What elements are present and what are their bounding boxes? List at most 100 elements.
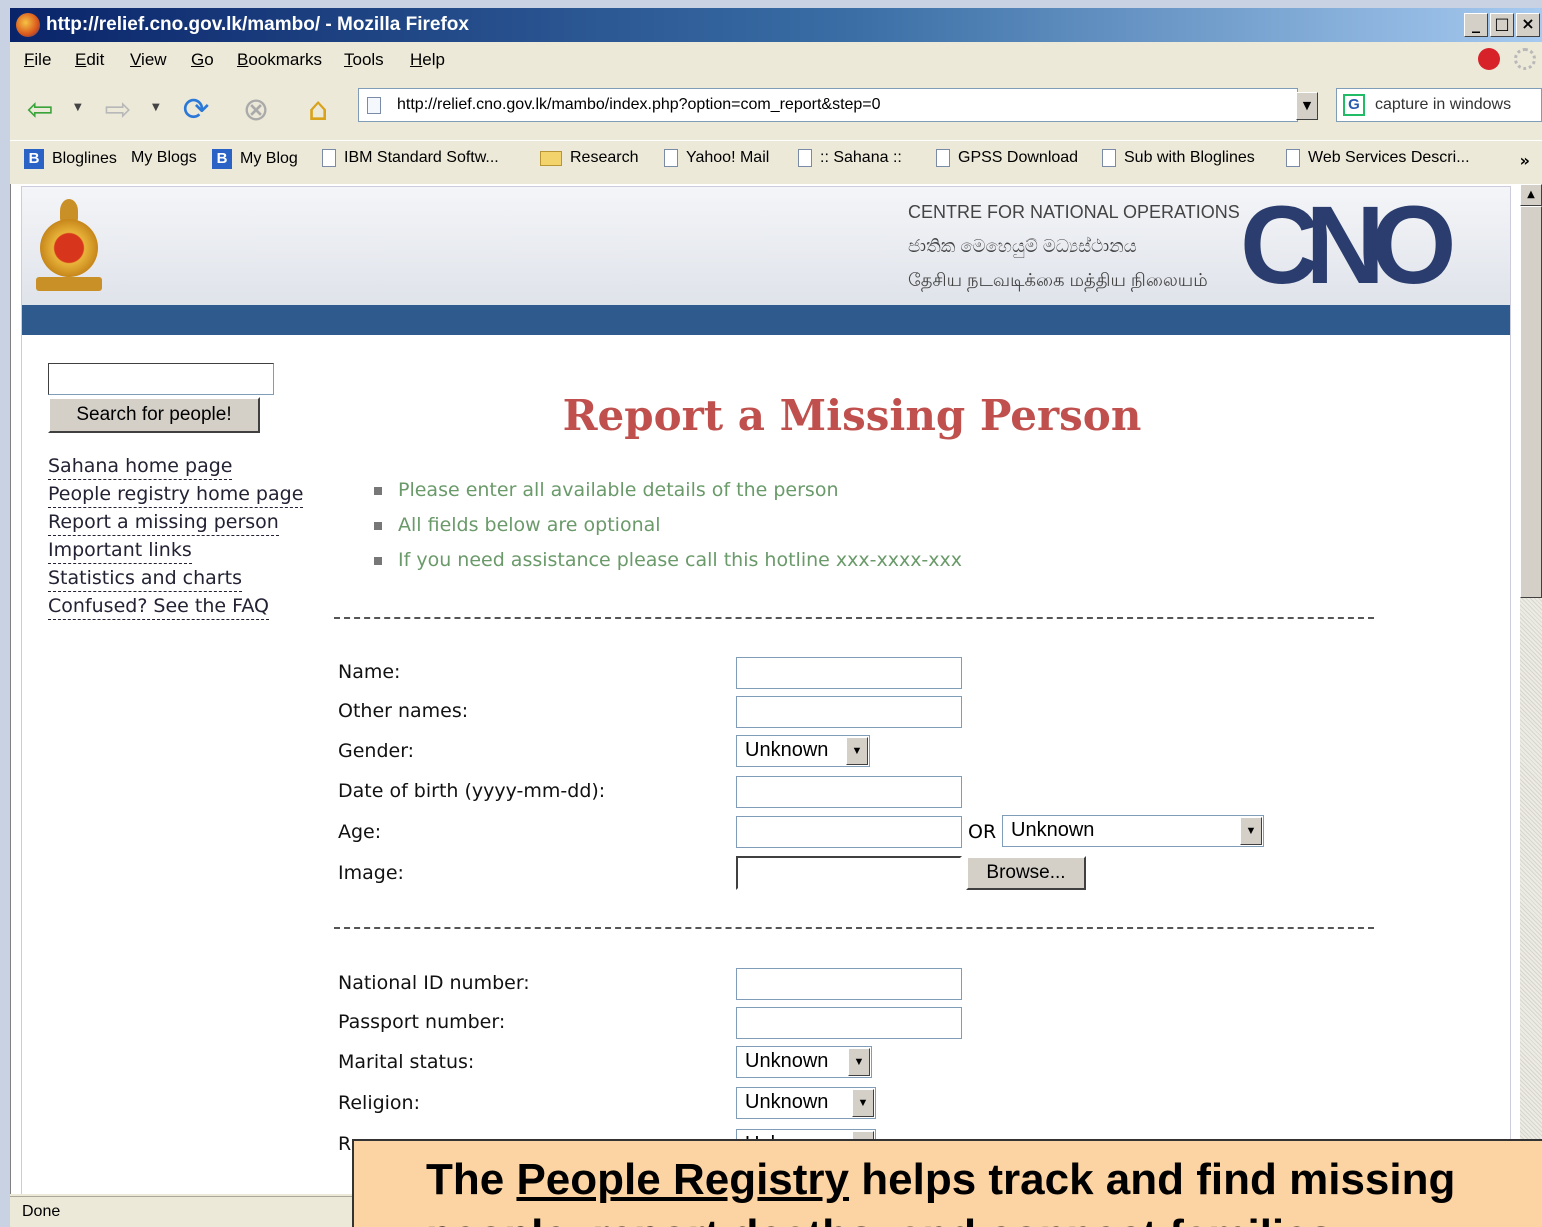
age-label: Age: [338,821,382,843]
browse-button[interactable]: Browse... [966,856,1086,890]
bookmark-label: Sub with Bloglines [1124,149,1255,166]
maximize-button[interactable]: □ [1490,13,1514,37]
bookmarks-toolbar: B Bloglines My Blogs B My Blog IBM Standar… [10,140,1542,181]
caption-link: People Registry [516,1155,850,1204]
browser-window: http://relief.cno.gov.lk/mambo/ - Mozill… [10,8,1542,1227]
bookmark-item[interactable]: B My Blog [212,149,298,169]
bookmark-item[interactable]: B Bloglines [24,149,117,169]
dob-field[interactable] [736,776,962,808]
url-field[interactable]: http://relief.cno.gov.lk/mambo/index.php… [358,88,1298,122]
list-item: Please enter all available details of th… [374,473,962,508]
bookmark-item[interactable]: Sub with Bloglines [1102,149,1255,167]
gender-value: Unknown [745,739,829,761]
page-icon [936,149,950,167]
chevron-down-icon[interactable]: ▼ [852,1089,874,1117]
sidebar-link-registry-home[interactable]: People registry home page [48,481,304,508]
sidebar-link-statistics[interactable]: Statistics and charts [48,565,242,592]
chevron-down-icon[interactable]: ▼ [1240,817,1262,845]
sidebar-nav: Sahana home page People registry home pa… [48,453,304,621]
site-banner: CENTRE FOR NATIONAL OPERATIONS ජාතික මෙහ… [22,187,1510,305]
status-text: Done [22,1203,61,1220]
navigation-toolbar: ⇦ ▼ ⇨ ▼ ⟳ ⊗ ⌂ http://relief.cno.gov.lk/m… [10,84,1542,134]
national-id-field[interactable] [736,968,962,1000]
google-icon[interactable]: G [1343,94,1365,116]
close-button[interactable]: × [1516,13,1540,37]
stop-sign-icon [1478,48,1500,70]
home-icon[interactable]: ⌂ [298,90,338,128]
bookmark-item[interactable]: Yahoo! Mail [664,149,769,167]
menu-edit[interactable]: Edit [75,50,104,70]
menu-bookmarks[interactable]: Bookmarks [237,50,322,70]
image-path-field[interactable] [736,856,962,890]
religion-select[interactable]: Unknown ▼ [736,1087,876,1119]
page-icon [1102,149,1116,167]
centre-name-sinhala: ජාතික මෙහෙයුම් මධ්‍යස්ථානය [908,236,1137,256]
bookmark-label: :: Sahana :: [820,149,902,166]
age-range-select[interactable]: Unknown ▼ [1002,815,1264,847]
url-history-dropdown[interactable]: ▼ [1296,92,1318,120]
forward-icon[interactable]: ⇨ [98,90,138,128]
reload-icon[interactable]: ⟳ [176,90,216,128]
bookmark-label: IBM Standard Softw... [344,149,499,166]
page-icon [322,149,336,167]
back-icon[interactable]: ⇦ [20,90,60,128]
scroll-thumb[interactable] [1520,206,1542,598]
menu-go[interactable]: Go [191,50,214,70]
sidebar-link-faq[interactable]: Confused? See the FAQ [48,593,269,620]
image-label: Image: [338,862,404,884]
minimize-button[interactable]: _ [1464,13,1488,37]
list-item: If you need assistance please call this … [374,543,962,578]
bookmark-label: Web Services Descri... [1308,149,1470,166]
religion-value: Unknown [745,1091,829,1113]
menu-tools[interactable]: Tools [344,50,384,70]
sidebar-link-important-links[interactable]: Important links [48,537,192,564]
page-frame: CENTRE FOR NATIONAL OPERATIONS ජාතික මෙහ… [21,186,1511,1194]
forward-dropdown-icon[interactable]: ▼ [152,102,160,113]
other-names-field[interactable] [736,696,962,728]
back-dropdown-icon[interactable]: ▼ [74,102,82,113]
gender-select[interactable]: Unknown ▼ [736,735,870,767]
bookmark-item[interactable]: GPSS Download [936,149,1078,167]
caption-line-1: The People Registry helps track and find… [426,1155,1455,1205]
age-field[interactable] [736,816,962,848]
passport-field[interactable] [736,1007,962,1039]
caption-text: helps track and find missing [849,1155,1456,1204]
menu-help[interactable]: Help [410,50,445,70]
chevron-down-icon[interactable]: ▼ [848,1048,870,1076]
page-title: Report a Missing Person [562,391,1142,440]
stop-icon[interactable]: ⊗ [236,90,276,128]
name-field[interactable] [736,657,962,689]
name-label: Name: [338,661,401,683]
passport-label: Passport number: [338,1011,506,1033]
vertical-scrollbar[interactable]: ▲ [1520,184,1542,1194]
chevron-down-icon[interactable]: ▼ [846,737,868,765]
caption-text: The [426,1155,517,1204]
blog-icon: B [212,149,232,169]
sidebar-link-sahana-home[interactable]: Sahana home page [48,453,233,480]
firefox-icon [16,13,40,37]
scroll-up-icon[interactable]: ▲ [1520,184,1542,206]
menu-view[interactable]: View [130,50,167,70]
bookmark-item[interactable]: My Blogs [131,149,197,167]
gender-label: Gender: [338,740,415,762]
bookmark-label: Research [570,149,639,166]
bookmark-item[interactable]: Web Services Descri... [1286,149,1470,167]
bloglines-icon: B [24,149,44,169]
throbber-icon [1514,48,1536,70]
sidebar-link-report-missing[interactable]: Report a missing person [48,509,279,536]
caption-line-2: people, report deaths, and connect famil… [426,1211,1333,1227]
bookmark-item[interactable]: Research [540,149,638,167]
menu-file[interactable]: File [24,50,51,70]
folder-icon [540,150,562,166]
bookmark-item[interactable]: IBM Standard Softw... [322,149,499,167]
or-label: OR [968,821,997,843]
national-id-label: National ID number: [338,972,530,994]
bookmark-item[interactable]: :: Sahana :: [798,149,902,167]
age-range-value: Unknown [1011,819,1095,841]
search-field[interactable]: G capture in windows [1336,88,1542,122]
bookmark-label: My Blog [240,150,298,167]
centre-name: CENTRE FOR NATIONAL OPERATIONS ජාතික මෙහ… [908,195,1240,297]
more-bookmarks-icon[interactable]: » [1520,151,1530,170]
marital-status-select[interactable]: Unknown ▼ [736,1046,872,1078]
list-item: All fields below are optional [374,508,962,543]
